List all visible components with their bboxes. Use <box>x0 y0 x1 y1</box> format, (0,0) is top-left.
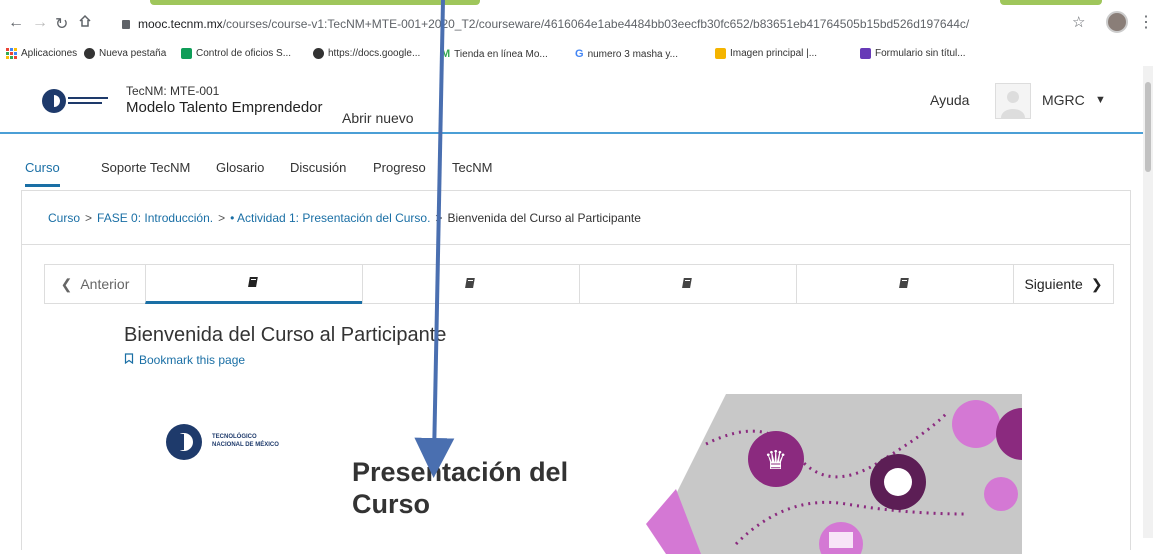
breadcrumb-current: Bienvenida del Curso al Participante <box>447 211 641 225</box>
sheet-icon <box>181 48 192 59</box>
tab-soporte-tecnm[interactable]: Soporte TecNM <box>101 160 190 175</box>
bookmark-icon <box>124 353 134 367</box>
profile-avatar[interactable] <box>1106 11 1128 33</box>
bookmark-button[interactable]: Bookmark this page <box>124 353 245 367</box>
open-new-link[interactable]: Abrir nuevo <box>342 110 414 126</box>
bookmark-label: Bookmark this page <box>139 353 246 367</box>
course-org: TecNM: MTE-001 <box>126 84 220 98</box>
google-icon: G <box>575 48 584 60</box>
star-icon[interactable]: ☆ <box>1072 13 1085 31</box>
next-button[interactable]: Siguiente ❯ <box>1013 265 1113 303</box>
url-host: mooc.tecnm.mx <box>138 17 223 31</box>
sequence-tab-2[interactable] <box>362 265 579 303</box>
sequence-tab-1[interactable] <box>145 265 362 304</box>
bookmark-docs-google[interactable]: https://docs.google... <box>313 48 420 59</box>
back-icon[interactable]: ← <box>8 14 24 32</box>
banner-decoration: ♛ <box>646 394 1022 554</box>
browser-toolbar: ← → ↻ mooc.tecnm.mx/courses/course-v1:Te… <box>0 0 1153 46</box>
username[interactable]: MGRC <box>1042 92 1085 108</box>
banner-logo-text-2: NACIONAL DE MÉXICO <box>212 442 279 448</box>
previous-button[interactable]: ❮ Anterior <box>45 265 145 303</box>
chevron-right-icon: ❯ <box>1090 275 1103 292</box>
bookmark-control-oficios[interactable]: Control de oficios S... <box>181 48 291 59</box>
site-header: TecNM: MTE-001 Modelo Talento Emprendedo… <box>0 66 1153 134</box>
lock-icon <box>122 20 130 29</box>
home-icon[interactable] <box>78 14 92 33</box>
book-icon <box>682 277 694 292</box>
reload-icon[interactable]: ↻ <box>55 14 68 34</box>
breadcrumb: Curso > FASE 0: Introducción. > • Actividad … <box>48 211 641 225</box>
bookmark-apps[interactable]: Aplicaciones <box>6 48 77 59</box>
unit-title: Bienvenida del Curso al Participante <box>124 324 447 346</box>
banner-title-line-2: Curso <box>352 489 431 519</box>
bookmark-formulario[interactable]: Formulario sin títul... <box>860 48 966 59</box>
tab-tecnm[interactable]: TecNM <box>452 160 492 175</box>
breadcrumb-separator: > <box>218 211 226 225</box>
url-path: /courses/course-v1:TecNM+MTE-001+2020_T2… <box>222 17 970 31</box>
tab-strip-accent <box>150 0 480 5</box>
divider <box>22 244 1130 245</box>
avatar[interactable] <box>995 83 1031 119</box>
next-label: Siguiente <box>1024 276 1083 292</box>
breadcrumb-fase-0[interactable]: FASE 0: Introducción. <box>97 211 213 225</box>
image-icon <box>715 48 726 59</box>
tab-strip-accent <box>1000 0 1102 5</box>
tab-progreso[interactable]: Progreso <box>373 160 426 175</box>
course-tabs: Curso Soporte TecNM Glosario Discusión P… <box>0 134 1153 190</box>
breadcrumb-separator: > <box>435 211 443 225</box>
bookmark-new-tab[interactable]: Nueva pestaña <box>84 48 166 59</box>
address-bar[interactable]: mooc.tecnm.mx/courses/course-v1:TecNM+MT… <box>122 12 1082 36</box>
bookmark-numero-3[interactable]: G numero 3 masha y... <box>575 48 678 60</box>
apps-grid-icon <box>6 48 17 59</box>
m-logo-icon: M <box>441 48 451 60</box>
breadcrumb-actividad-1[interactable]: • Actividad 1: Presentación del Curso. <box>230 211 430 225</box>
banner-title: Presentación del Curso <box>352 456 568 520</box>
course-title: Modelo Talento Emprendedor <box>126 99 323 116</box>
bookmark-tienda[interactable]: M Tienda en línea Mo... <box>441 48 548 60</box>
book-icon <box>465 277 477 292</box>
chevron-left-icon: ❮ <box>60 275 73 292</box>
courseware-panel: Curso > FASE 0: Introducción. > • Actividad … <box>21 190 1131 554</box>
tecnm-logo[interactable] <box>40 81 112 123</box>
globe-icon <box>84 48 95 59</box>
breadcrumb-separator: > <box>85 211 93 225</box>
banner-title-line-1: Presentación del <box>352 457 569 487</box>
help-link[interactable]: Ayuda <box>930 92 969 108</box>
svg-text:♛: ♛ <box>764 446 787 476</box>
book-icon <box>248 276 260 291</box>
bookmark-label: https://docs.google... <box>328 48 421 59</box>
globe-icon <box>313 48 324 59</box>
bookmarks-bar: Aplicaciones Nueva pestaña Control de of… <box>0 44 1153 66</box>
bookmark-label: Formulario sin títul... <box>875 48 966 59</box>
chevron-down-icon[interactable]: ▼ <box>1095 94 1106 106</box>
course-banner-image: TECNOLÓGICO NACIONAL DE MÉXICO Presentac… <box>138 394 1022 554</box>
bookmark-label: Control de oficios S... <box>196 48 292 59</box>
form-icon <box>860 48 871 59</box>
tab-glosario[interactable]: Glosario <box>216 160 264 175</box>
bookmark-label: numero 3 masha y... <box>587 48 678 60</box>
scrollbar-thumb[interactable] <box>1145 82 1151 172</box>
menu-icon[interactable]: ⋮ <box>1138 12 1153 32</box>
banner-logo-text-1: TECNOLÓGICO <box>212 434 257 440</box>
tecnm-banner-logo: TECNOLÓGICO NACIONAL DE MÉXICO <box>162 418 302 468</box>
tab-discusion[interactable]: Discusión <box>290 160 346 175</box>
bookmark-label: Nueva pestaña <box>99 48 167 59</box>
breadcrumb-curso[interactable]: Curso <box>48 211 80 225</box>
sequence-nav: ❮ Anterior Siguiente ❯ <box>44 264 1114 304</box>
tab-curso[interactable]: Curso <box>25 160 60 187</box>
bookmark-label: Imagen principal |... <box>730 48 818 59</box>
sequence-tab-4[interactable] <box>796 265 1013 303</box>
bookmark-label: Tienda en línea Mo... <box>454 48 548 60</box>
bookmark-imagen-principal[interactable]: Imagen principal |... <box>715 48 817 59</box>
previous-label: Anterior <box>80 276 130 292</box>
sequence-tab-3[interactable] <box>579 265 796 303</box>
bookmark-label: Aplicaciones <box>21 48 78 59</box>
book-icon <box>899 277 911 292</box>
forward-icon[interactable]: → <box>32 14 48 32</box>
